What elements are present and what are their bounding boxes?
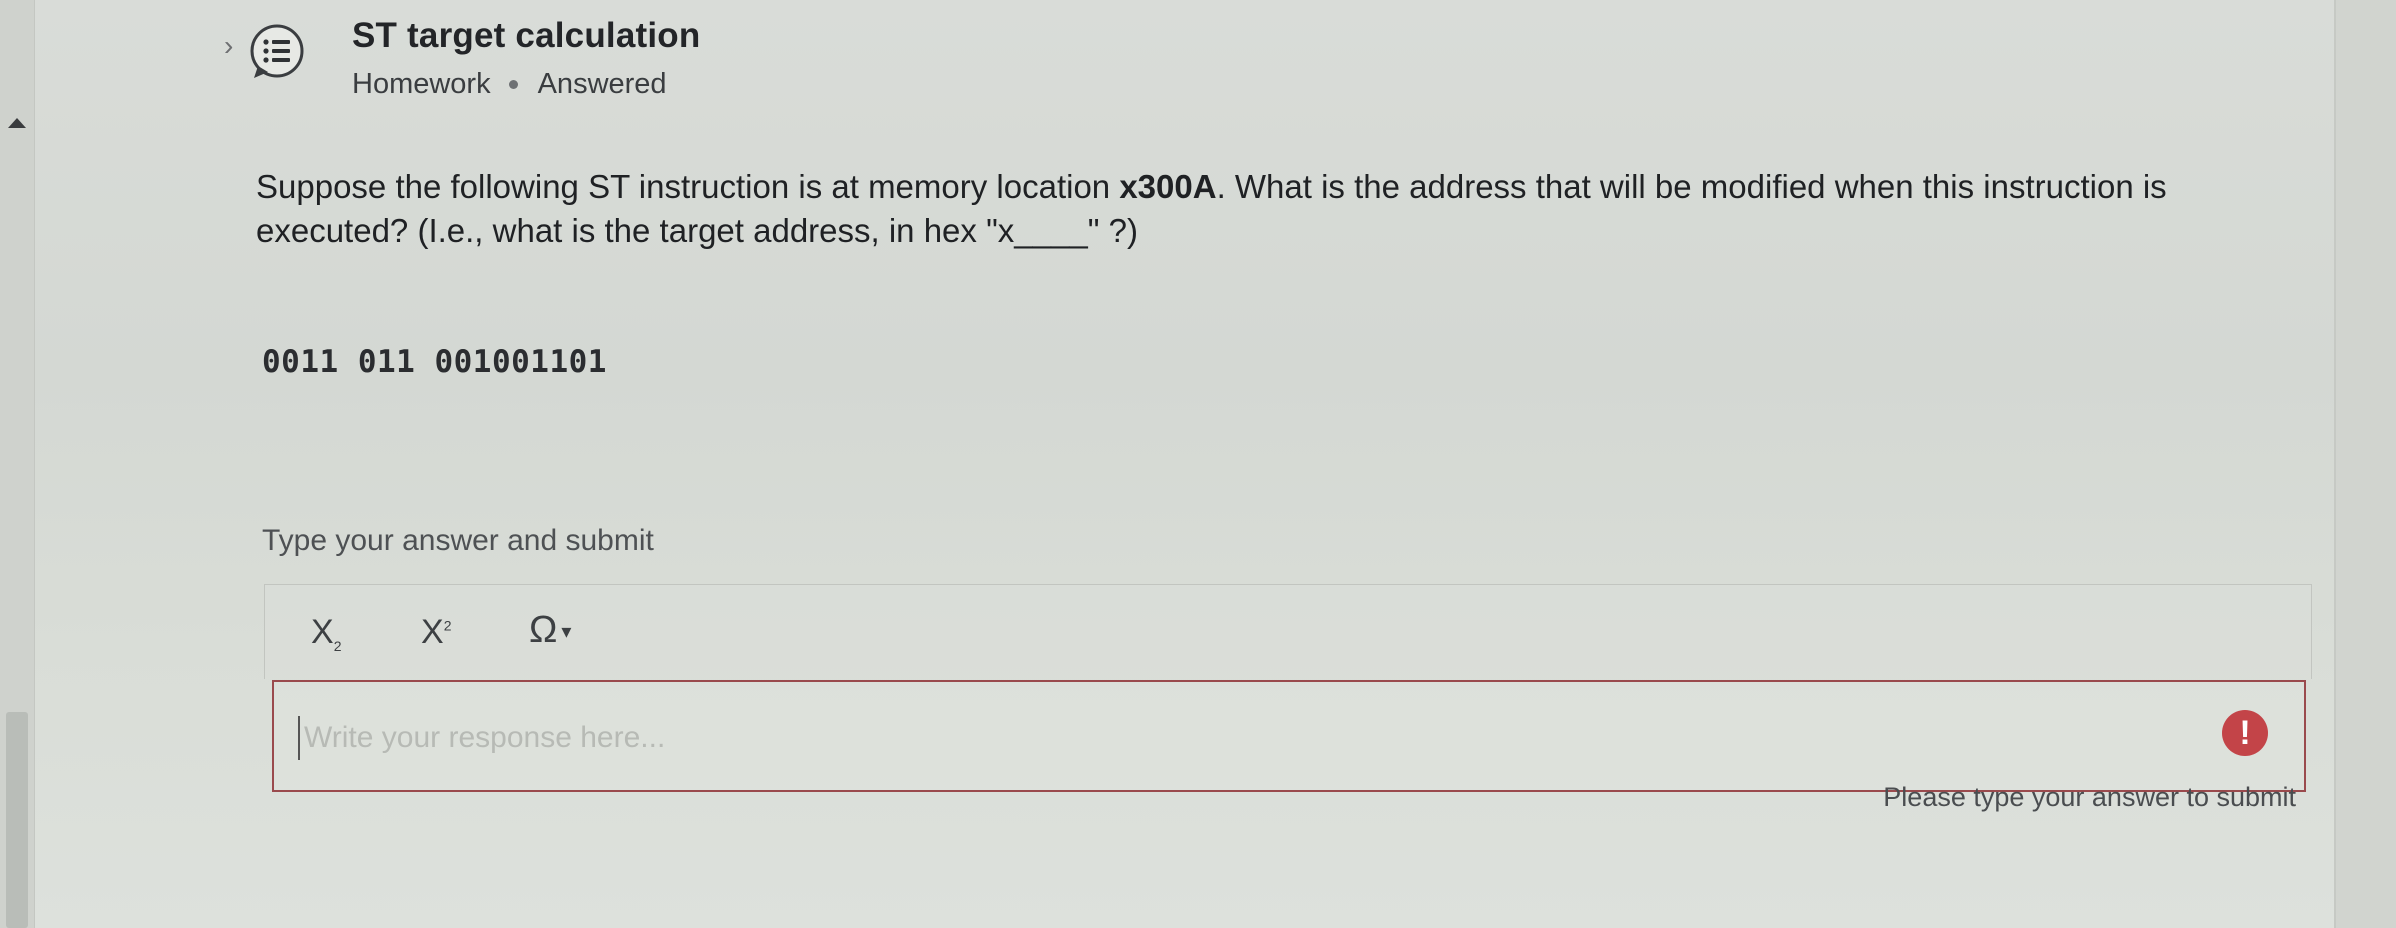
scroll-up-icon[interactable] <box>8 118 26 128</box>
subscript-label: X <box>311 613 334 651</box>
left-scrollbar[interactable] <box>0 0 35 928</box>
subscript-mark: 2 <box>333 637 342 654</box>
question-meta: Homework Answered <box>352 68 667 101</box>
superscript-button[interactable]: X2 <box>421 613 451 652</box>
question-text-start: Suppose the following ST instruction is … <box>256 168 1120 205</box>
category-label: Homework <box>352 68 491 100</box>
chevron-right-icon[interactable]: › <box>224 30 233 62</box>
validation-message: Please type your answer to submit <box>1883 782 2296 812</box>
list-speech-bubble-icon <box>246 22 308 84</box>
omega-icon: Ω <box>529 609 558 651</box>
answer-prompt-label: Type your answer and submit <box>262 524 654 557</box>
answer-editor: X2 X2 Ω▾ ! <box>264 584 2312 794</box>
question-text: Suppose the following ST instruction is … <box>256 165 2256 253</box>
response-box[interactable]: ! <box>272 680 2306 792</box>
superscript-mark: 2 <box>443 617 452 634</box>
status-label: Answered <box>537 68 667 100</box>
chevron-down-icon: ▾ <box>561 621 572 644</box>
page-title: ST target calculation <box>352 16 701 55</box>
exclamation-circle-icon: ! <box>2222 710 2268 756</box>
response-input[interactable] <box>298 716 2206 760</box>
separator-dot <box>508 80 518 89</box>
right-panel-edge <box>2334 0 2396 928</box>
superscript-label: X <box>421 613 444 651</box>
instruction-code: 0011 011 001001101 <box>262 344 607 380</box>
subscript-button[interactable]: X2 <box>311 613 341 654</box>
editor-toolbar: X2 X2 Ω ▾ <box>264 584 2312 679</box>
memory-address: x300A <box>1119 168 1217 205</box>
special-characters-button[interactable]: Ω ▾ <box>529 609 571 652</box>
scroll-thumb[interactable] <box>6 712 28 928</box>
